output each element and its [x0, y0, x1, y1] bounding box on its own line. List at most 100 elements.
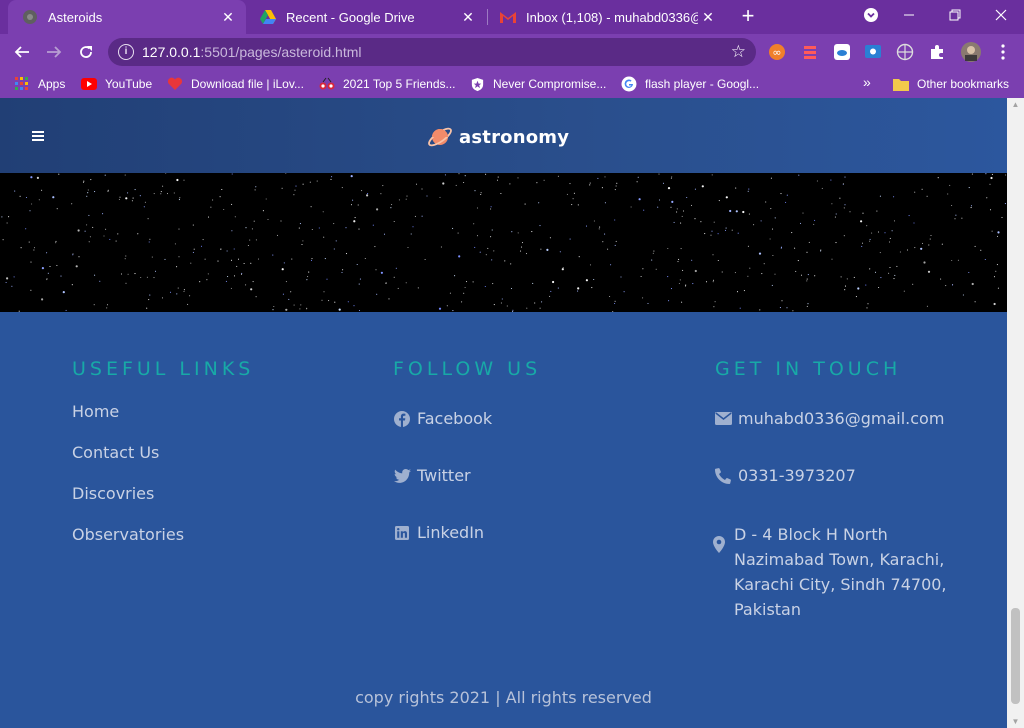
svg-text:∞: ∞ [772, 46, 781, 59]
reload-button[interactable] [74, 40, 98, 64]
bookmarks-overflow-button[interactable]: » [863, 74, 871, 90]
bookmark-label: Never Compromise... [493, 77, 607, 91]
page-scrollbar[interactable]: ▲ ▼ [1007, 98, 1024, 728]
stack-extension-icon[interactable] [801, 43, 819, 61]
browser-tab-strip: Asteroids ✕ Recent - Google Drive ✕ Inbo… [0, 0, 1024, 34]
address-line: Karachi City, Sindh 74700, [734, 575, 947, 594]
phone-icon [714, 467, 732, 485]
address-line: Nazimabad Town, Karachi, [734, 550, 945, 569]
twitter-label: Twitter [417, 466, 471, 485]
footer-link-home[interactable]: Home [72, 402, 119, 421]
twitter-icon [393, 467, 411, 485]
window-close-button[interactable] [978, 0, 1024, 30]
footer-link-facebook[interactable]: Facebook [393, 409, 492, 428]
browser-toolbar: i 127.0.0.1:5501/pages/asteroid.html ☆ ∞ [0, 34, 1024, 70]
cloud-extension-icon[interactable] [833, 43, 851, 61]
footer-link-linkedin[interactable]: LinkedIn [393, 523, 484, 542]
apps-grid-icon [14, 76, 30, 92]
get-in-touch-column: GET IN TOUCH [715, 358, 901, 380]
starfield-banner [0, 173, 1007, 312]
address-line: D - 4 Block H North [734, 525, 888, 544]
close-icon[interactable]: ✕ [458, 9, 478, 26]
bookmark-label: Download file | iLov... [191, 77, 304, 91]
heart-icon [167, 76, 183, 92]
address-line: Pakistan [734, 600, 801, 619]
back-button[interactable] [10, 40, 34, 64]
useful-links-heading: USEFUL LINKS [72, 358, 255, 380]
linkedin-label: LinkedIn [417, 523, 485, 542]
envelope-icon [714, 410, 732, 428]
bookmark-top-friends[interactable]: 2021 Top 5 Friends... [319, 76, 456, 92]
bookmark-flash-player[interactable]: flash player - Googl... [621, 76, 759, 92]
tab-title: Inbox (1,108) - muhabd0336@gm [526, 9, 698, 25]
scroll-up-arrow-icon[interactable]: ▲ [1011, 100, 1020, 109]
tab-title: Asteroids [48, 9, 103, 25]
address-block: D - 4 Block H North Nazimabad Town, Kara… [734, 522, 974, 622]
arrow-right-icon [47, 46, 62, 58]
google-drive-icon [260, 9, 276, 25]
hamburger-menu-icon[interactable] [32, 131, 44, 141]
folder-icon [893, 76, 909, 92]
site-footer: USEFUL LINKS Home Contact Us Discovries … [0, 312, 1007, 728]
chevron-down-icon [864, 8, 878, 22]
page-viewport: astronomy USEFUL LINKS Home Contact Us D… [0, 98, 1024, 728]
bookmark-label: YouTube [105, 77, 153, 91]
footer-link-contact[interactable]: Contact Us [72, 443, 159, 462]
footer-link-discoveries[interactable]: Discovries [72, 484, 154, 503]
puzzle-extensions-icon[interactable] [928, 43, 946, 61]
reload-icon [80, 46, 92, 58]
gmail-icon [500, 9, 516, 25]
tab-gmail[interactable]: Inbox (1,108) - muhabd0336@gm ✕ [486, 0, 726, 34]
footer-email-link[interactable]: muhabd0336@gmail.com [714, 409, 944, 428]
kebab-menu-icon[interactable] [994, 43, 1012, 61]
globe-extension-icon[interactable] [896, 43, 914, 61]
footer-link-twitter[interactable]: Twitter [393, 466, 471, 485]
info-icon[interactable]: i [118, 44, 134, 60]
linkedin-icon [393, 524, 411, 542]
bookmark-label: Other bookmarks [917, 77, 1010, 91]
restore-icon [949, 9, 961, 21]
facebook-label: Facebook [417, 409, 493, 428]
other-bookmarks-folder[interactable]: Other bookmarks [893, 76, 1009, 92]
map-marker-icon [713, 536, 725, 553]
bookmark-youtube[interactable]: YouTube [81, 76, 152, 92]
close-icon[interactable]: ✕ [698, 9, 718, 26]
scroll-down-arrow-icon[interactable]: ▼ [1011, 717, 1020, 726]
tab-google-drive[interactable]: Recent - Google Drive ✕ [246, 0, 486, 34]
brand-name: astronomy [459, 126, 570, 148]
bookmark-apps[interactable]: Apps [14, 76, 65, 92]
shield-icon [469, 76, 485, 92]
follow-us-column: FOLLOW US [393, 358, 541, 380]
site-navbar: astronomy [0, 98, 1007, 173]
new-tab-button[interactable]: + [736, 5, 760, 29]
useful-links-column: USEFUL LINKS [72, 358, 254, 380]
minimize-icon [904, 14, 914, 16]
facebook-icon [393, 410, 411, 428]
footer-phone-link[interactable]: 0331-3973207 [714, 466, 856, 485]
bookmark-star-icon[interactable]: ☆ [731, 42, 746, 62]
tab-title: Recent - Google Drive [286, 9, 415, 25]
youtube-icon [81, 76, 97, 92]
scrollbar-thumb[interactable] [1011, 608, 1020, 704]
stars-graphic [1, 173, 1007, 312]
forward-button[interactable] [42, 40, 66, 64]
get-in-touch-heading: GET IN TOUCH [715, 358, 902, 380]
url-text: 127.0.0.1:5501/pages/asteroid.html [142, 44, 362, 60]
globe-icon [22, 9, 38, 25]
bookmark-label: 2021 Top 5 Friends... [343, 77, 456, 91]
profile-avatar[interactable] [960, 42, 982, 62]
bookmarks-bar: Apps YouTube Download file | iLov... 202… [0, 70, 1024, 98]
close-icon [995, 9, 1007, 21]
infinity-extension-icon[interactable]: ∞ [768, 43, 786, 61]
screen-extension-icon[interactable] [864, 43, 882, 61]
bookmark-never-compromise[interactable]: Never Compromise... [469, 76, 606, 92]
footer-link-observatories[interactable]: Observatories [72, 525, 184, 544]
close-icon[interactable]: ✕ [218, 9, 238, 26]
brand-logo[interactable]: astronomy [426, 123, 569, 151]
minimize-button[interactable] [886, 0, 932, 30]
tab-asteroids[interactable]: Asteroids ✕ [8, 0, 246, 34]
address-bar[interactable]: i 127.0.0.1:5501/pages/asteroid.html ☆ [108, 38, 756, 66]
bookmark-label: flash player - Googl... [645, 77, 760, 91]
bookmark-ilovepdf[interactable]: Download file | iLov... [167, 76, 304, 92]
restore-button[interactable] [932, 0, 978, 30]
